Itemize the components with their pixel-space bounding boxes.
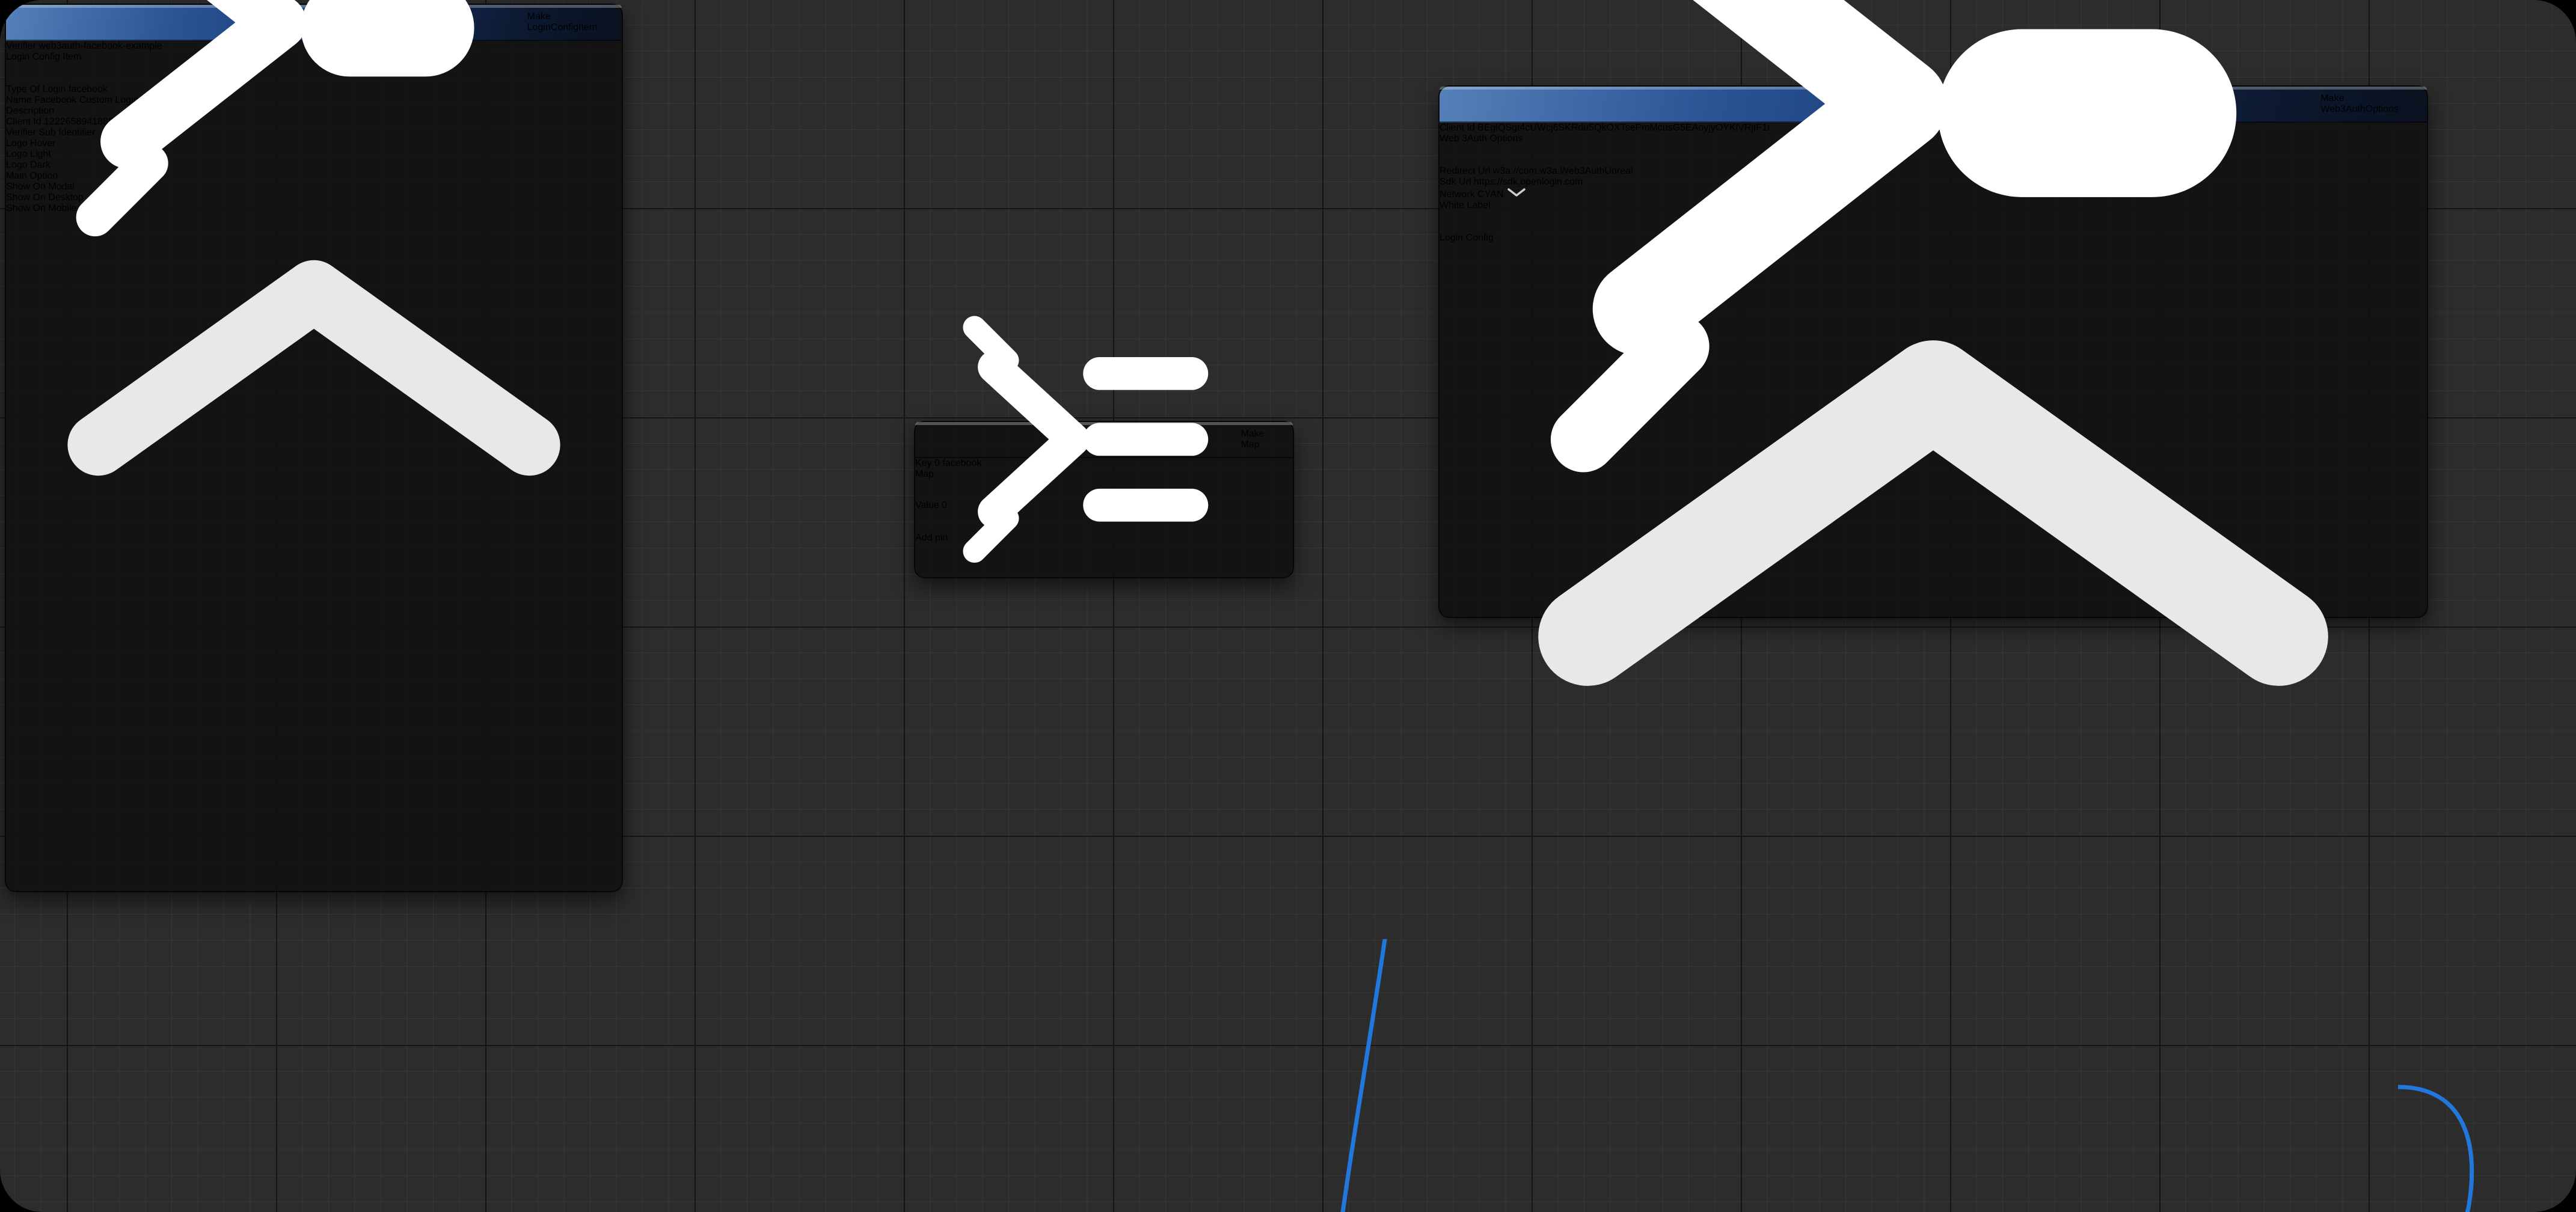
node-title: Make Map bbox=[1241, 429, 1280, 450]
node-header[interactable]: Make Map bbox=[915, 422, 1293, 458]
struct-pin-icon bbox=[19, 0, 518, 271]
struct-pin-icon bbox=[1453, 0, 2311, 533]
wire-offscreen-to-whitelabel[interactable] bbox=[1332, 939, 1444, 1212]
node-header[interactable]: Make LoginConfigItem bbox=[6, 5, 622, 41]
node-make-loginconfigitem-selection-border: Make LoginConfigItem Verifier web3auth-f… bbox=[0, 34, 637, 939]
node-make-map[interactable]: Make Map Key 0 facebook Map Value 0 Add … bbox=[914, 421, 1294, 578]
node-title: Make LoginConfigItem bbox=[527, 11, 609, 33]
node-make-loginconfigitem[interactable]: Make LoginConfigItem Verifier web3auth-f… bbox=[5, 4, 623, 892]
node-header[interactable]: Make Web3AuthOptions bbox=[1440, 87, 2427, 123]
blueprint-graph-canvas[interactable]: Make LoginConfigItem Verifier web3auth-f… bbox=[0, 0, 2576, 1212]
wire-web3authoptions-to-offscreen[interactable] bbox=[1741, 1087, 2472, 1212]
node-make-web3authoptions[interactable]: Make Web3AuthOptions Client Id BEglQSgt4… bbox=[1438, 85, 2428, 618]
map-list-icon bbox=[928, 288, 1231, 591]
node-title: Make Web3AuthOptions bbox=[2320, 93, 2414, 115]
